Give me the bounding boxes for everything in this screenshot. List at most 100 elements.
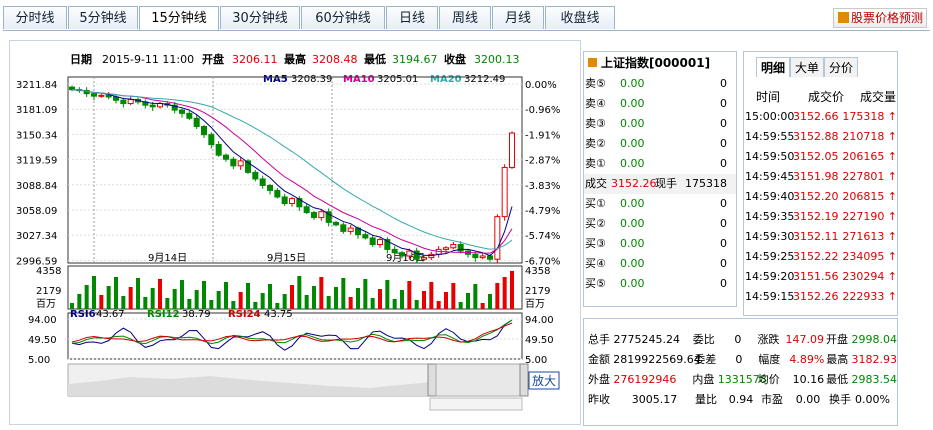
rsi12-label: RSI12	[147, 309, 180, 320]
bid-5: 买⑤ 0.00 0	[584, 274, 736, 294]
tab-price-split[interactable]: 分价	[824, 57, 859, 77]
tab-30min[interactable]: 30分钟线	[220, 6, 300, 29]
navigator-right-handle[interactable]	[519, 363, 529, 397]
trade-volume: 227190	[842, 210, 885, 223]
candle-body	[179, 109, 185, 114]
trade-row: 14:59:50 3152.05 206165 ↑	[744, 147, 897, 167]
predict-icon	[837, 12, 849, 23]
hand-value: 175318	[685, 177, 727, 190]
stat-label: 最低	[826, 373, 849, 386]
volume-bar	[114, 277, 118, 309]
volume-bar	[158, 279, 162, 309]
trade-row: 14:59:35 3152.19 227190 ↑	[744, 207, 897, 227]
trade-price: 3152.26	[793, 290, 839, 303]
zoom-button[interactable]: 放大	[532, 373, 556, 388]
trade-price: 3152.05	[793, 150, 839, 163]
volume-tick-label: 4358	[36, 266, 61, 277]
trade-volume: 271613	[842, 230, 885, 243]
low-value: 3194.67	[392, 53, 438, 66]
date-label: 日期	[70, 52, 92, 66]
tab-daily[interactable]: 日线	[386, 6, 438, 29]
trade-price: 3152.20	[793, 190, 839, 203]
predict-label: 股票价格预测	[850, 11, 923, 25]
tab-weekly[interactable]: 周线	[439, 6, 491, 29]
bid-label: 买①	[585, 197, 606, 210]
candle-body	[289, 198, 295, 205]
ask-price: 0.00	[620, 117, 645, 130]
up-arrow-icon: ↑	[887, 270, 897, 283]
tab-5min[interactable]: 5分钟线	[68, 6, 138, 29]
candle-body	[120, 99, 127, 105]
close-label: 收盘	[444, 52, 466, 66]
trade-time: 14:59:50	[745, 150, 795, 163]
stock-predict-button[interactable]: 股票价格预测	[832, 8, 927, 28]
tab-60min[interactable]: 60分钟线	[301, 6, 385, 29]
stat-value: 0.94	[728, 393, 754, 406]
candle-body	[369, 237, 376, 245]
candle-body	[443, 247, 449, 250]
ask-volume: 0	[720, 137, 727, 150]
candle-body	[377, 239, 383, 245]
trade-volume: 206165	[842, 150, 885, 163]
ma10-label: MA10	[343, 74, 375, 85]
ask-price: 0.00	[620, 77, 645, 90]
ma5-value: 3208.39	[291, 74, 332, 85]
high-label: 最高	[284, 52, 306, 66]
rsi-frame	[67, 312, 523, 360]
kline-chart[interactable]: 日期 2015-9-11 11:00 开盘 3206.11 最高 3208.48…	[10, 41, 580, 424]
tab-detail[interactable]: 明细	[756, 57, 791, 77]
volume-bar	[143, 297, 148, 309]
tab-close-line[interactable]: 收盘线	[545, 6, 615, 29]
bid-price: 0.00	[620, 237, 645, 250]
pct-tick-label: -2.87%	[525, 156, 560, 167]
stats-row-1: 总手 2775245.24 委比 0 涨跌 147.09 开盘 2998.04	[588, 330, 897, 350]
candle-body	[259, 178, 266, 186]
stat-label: 总手	[588, 333, 610, 346]
candle-body	[333, 221, 339, 226]
index-icon	[588, 58, 597, 67]
chart-panel: 日期 2015-9-11 11:00 开盘 3206.11 最高 3208.48…	[9, 40, 581, 425]
navigator-scrollbar[interactable]	[429, 397, 523, 411]
trade-row: 14:59:40 3152.20 206815 ↑	[744, 187, 897, 207]
ask-volume: 0	[720, 97, 727, 110]
volume-bar	[502, 277, 507, 309]
pct-tick-label: -0.96%	[525, 105, 560, 116]
volume-bar	[466, 293, 470, 309]
volume-bar	[407, 281, 412, 309]
open-value: 3206.11	[232, 53, 278, 66]
candle-body	[208, 134, 215, 146]
bid-3: 买③ 0.00 0	[584, 234, 736, 254]
price-tick-label: 3181.09	[16, 105, 57, 116]
trade-row: 14:59:45 3151.98 227801 ↑	[744, 167, 897, 187]
ask-volume: 0	[720, 117, 727, 130]
candle-body	[450, 243, 457, 249]
tab-15min[interactable]: 15分钟线	[139, 6, 219, 31]
navigator-left-handle[interactable]	[427, 363, 437, 397]
ask-label: 卖②	[585, 137, 606, 150]
tab-big-order[interactable]: 大单	[790, 57, 825, 77]
price-tick-label: 3088.84	[16, 181, 57, 192]
ask-price: 0.00	[620, 97, 645, 110]
bid-price: 0.00	[620, 197, 645, 210]
candle-body	[215, 144, 222, 156]
tab-monthly[interactable]: 月线	[492, 6, 544, 29]
tab-intraday[interactable]: 分时线	[3, 6, 67, 29]
rsi-tick-label: 94.00	[525, 315, 554, 326]
col-price: 成交价	[808, 90, 845, 104]
volume-bar	[429, 282, 434, 309]
volume-bar	[187, 299, 192, 309]
candle-body	[311, 212, 317, 218]
price-tick-label: 3119.59	[16, 156, 57, 167]
ask-volume: 0	[720, 77, 727, 90]
rsi-tick-label: 5.00	[28, 355, 50, 366]
ma20-line	[71, 89, 513, 250]
bid-volume: 0	[720, 237, 727, 250]
candle-body	[362, 234, 369, 239]
rsi24-value: 43.75	[264, 309, 293, 320]
volume-bar	[224, 282, 228, 309]
volume-bar	[363, 279, 368, 309]
navigator-window[interactable]	[435, 363, 523, 397]
rsi6-value: 43.67	[96, 309, 125, 320]
trade-volume: 227801	[842, 170, 885, 183]
ask-3: 卖③ 0.00 0	[584, 114, 736, 134]
